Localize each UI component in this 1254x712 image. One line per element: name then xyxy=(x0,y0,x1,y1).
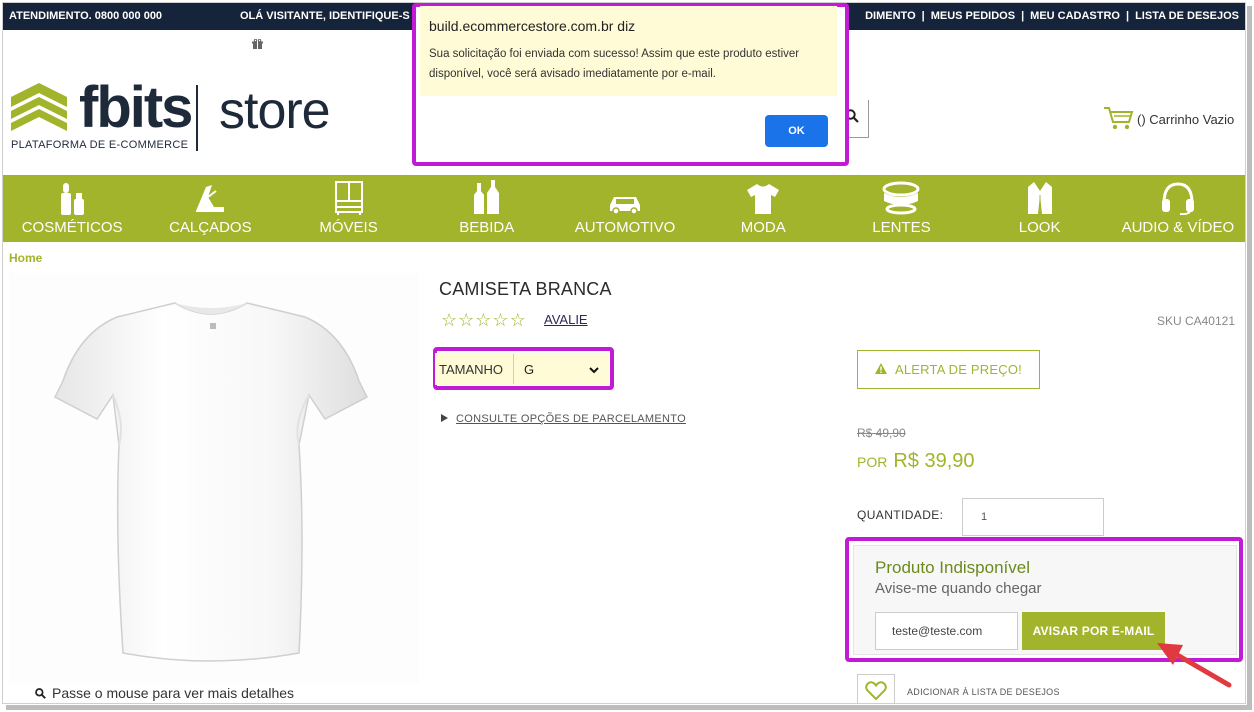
nav-item-cosmeticos[interactable]: COSMÉTICOS xyxy=(3,175,141,242)
tshirt-photo xyxy=(54,302,368,662)
quantity-input[interactable]: 1 xyxy=(962,498,1104,536)
review-link[interactable]: AVALIE xyxy=(544,312,588,327)
logo-tagline: PLATAFORMA DE E-COMMERCE xyxy=(11,139,189,151)
product-image[interactable] xyxy=(9,273,419,683)
notify-email-button[interactable]: AVISAR POR E-MAIL xyxy=(1022,612,1165,650)
triangle-right-icon xyxy=(441,413,448,425)
nav-item-label: AUDIO & VÍDEO xyxy=(1121,219,1235,236)
page-shadow-right xyxy=(1247,6,1252,710)
cosmetics-icon xyxy=(52,179,92,215)
price-prefix: POR xyxy=(857,454,888,470)
cart-label: () Carrinho Vazio xyxy=(1137,112,1235,127)
jacket-icon xyxy=(1020,179,1060,215)
nav-item-label: AUTOMOTIVO xyxy=(574,219,676,236)
star-icon[interactable]: ☆ xyxy=(510,310,526,331)
price-alert-button[interactable]: ALERTA DE PREÇO! xyxy=(857,350,1040,389)
unavailable-title: Produto Indisponível xyxy=(875,558,1030,577)
quantity-label: QUANTIDADE: xyxy=(857,508,944,522)
dialog-title: build.ecommercestore.com.br diz xyxy=(429,18,636,34)
rating-stars[interactable]: ☆ ☆ ☆ ☆ ☆ xyxy=(441,310,526,331)
nav-item-bebida[interactable]: BEBIDA xyxy=(418,175,556,242)
old-price: R$ 49,90 xyxy=(857,426,906,440)
furniture-icon xyxy=(329,179,369,215)
logo-mark-icon xyxy=(11,83,67,131)
lens-icon xyxy=(881,179,921,215)
star-icon[interactable]: ☆ xyxy=(492,310,508,331)
nav-item-moveis[interactable]: MÓVEIS xyxy=(279,175,417,242)
account-links: DIMENTO | MEUS PEDIDOS | MEU CADASTRO | … xyxy=(865,10,1239,22)
wishlist-button[interactable] xyxy=(857,674,895,703)
star-icon[interactable]: ☆ xyxy=(458,310,474,331)
size-selector: TAMANHO G xyxy=(435,353,609,385)
nav-item-label: MODA xyxy=(740,219,786,236)
size-label: TAMANHO xyxy=(439,361,504,377)
bottles-icon xyxy=(467,179,507,215)
link-meus-pedidos[interactable]: MEUS PEDIDOS xyxy=(931,10,1015,22)
star-icon[interactable]: ☆ xyxy=(475,310,491,331)
dialog-ok-button[interactable]: OK xyxy=(765,115,828,147)
visitor-greeting[interactable]: OLÁ VISITANTE, IDENTIFIQUE-S xyxy=(240,10,410,22)
breadcrumb-home[interactable]: Home xyxy=(9,251,42,265)
installments-toggle[interactable]: CONSULTE OPÇÕES DE PARCELAMENTO xyxy=(441,413,686,425)
wishlist-label[interactable]: ADICIONAR À LISTA DE DESEJOS xyxy=(907,687,1060,697)
link-meu-cadastro[interactable]: MEU CADASTRO xyxy=(1030,10,1120,22)
nav-item-label: CALÇADOS xyxy=(169,219,252,236)
zoom-hint-text: Passe o mouse para ver mais detalhes xyxy=(52,685,295,701)
logo-wordmark: fbits xyxy=(79,75,193,140)
nav-item-label: COSMÉTICOS xyxy=(21,219,123,236)
link-lista-de-desejos[interactable]: LISTA DE DESEJOS xyxy=(1135,10,1239,22)
notify-email-field[interactable]: teste@teste.com xyxy=(875,612,1018,650)
cart-icon xyxy=(1103,105,1135,134)
shoes-icon xyxy=(190,179,230,215)
size-value: G xyxy=(524,361,535,377)
nav-item-label: MÓVEIS xyxy=(319,219,378,236)
nav-item-moda[interactable]: MODA xyxy=(694,175,832,242)
installments-link[interactable]: CONSULTE OPÇÕES DE PARCELAMENTO xyxy=(456,413,686,425)
current-price: POR R$ 39,90 xyxy=(857,450,975,473)
nav-item-lentes[interactable]: LENTES xyxy=(832,175,970,242)
warning-icon xyxy=(875,362,887,377)
store-logo[interactable]: fbits store PLATAFORMA DE E-COMMERCE xyxy=(9,79,331,151)
headphones-icon xyxy=(1158,179,1198,215)
car-icon xyxy=(605,179,645,215)
logo-divider xyxy=(196,85,198,151)
nav-item-label: LOOK xyxy=(1018,219,1061,236)
nav-item-calcados[interactable]: CALÇADOS xyxy=(141,175,279,242)
magnifier-icon xyxy=(35,687,46,699)
heart-icon xyxy=(865,681,887,703)
page-shadow-bottom xyxy=(6,705,1252,710)
tshirt-icon xyxy=(743,179,783,215)
product-sku: SKU CA40121 xyxy=(1156,314,1235,328)
nav-item-audio-video[interactable]: AUDIO & VÍDEO xyxy=(1109,175,1245,242)
nav-item-automotivo[interactable]: AUTOMOTIVO xyxy=(556,175,694,242)
nav-item-label: BEBIDA xyxy=(459,219,515,236)
size-dropdown[interactable]: G xyxy=(513,354,605,384)
dialog-message: Sua solicitação foi enviada com sucesso!… xyxy=(429,48,800,80)
gift-icon[interactable] xyxy=(252,38,263,53)
price-value: R$ 39,90 xyxy=(893,450,975,472)
browser-viewport: ATENDIMENTO. 0800 000 000 OLÁ VISITANTE,… xyxy=(2,2,1246,704)
quantity-value: 1 xyxy=(981,511,988,523)
nav-item-look[interactable]: LOOK xyxy=(971,175,1109,242)
category-nav: COSMÉTICOS CALÇADOS MÓVEIS BEBIDA AUTOMO… xyxy=(3,175,1245,242)
product-title: CAMISETA BRANCA xyxy=(439,279,612,299)
arrow-annotation-icon xyxy=(1157,643,1232,688)
logo-store-text: store xyxy=(219,82,331,140)
nav-item-label: LENTES xyxy=(872,219,931,236)
link-atendimento[interactable]: DIMENTO xyxy=(865,10,916,22)
zoom-hint: Passe o mouse para ver mais detalhes xyxy=(35,685,294,701)
notify-email-value: teste@teste.com xyxy=(892,624,983,638)
cart-summary[interactable]: () Carrinho Vazio xyxy=(1103,105,1234,134)
star-icon[interactable]: ☆ xyxy=(441,310,457,331)
price-alert-label: ALERTA DE PREÇO! xyxy=(895,362,1022,377)
support-phone: ATENDIMENTO. 0800 000 000 xyxy=(9,10,163,22)
unavailable-subtitle: Avise-me quando chegar xyxy=(875,580,1042,597)
chevron-down-icon xyxy=(589,362,599,377)
